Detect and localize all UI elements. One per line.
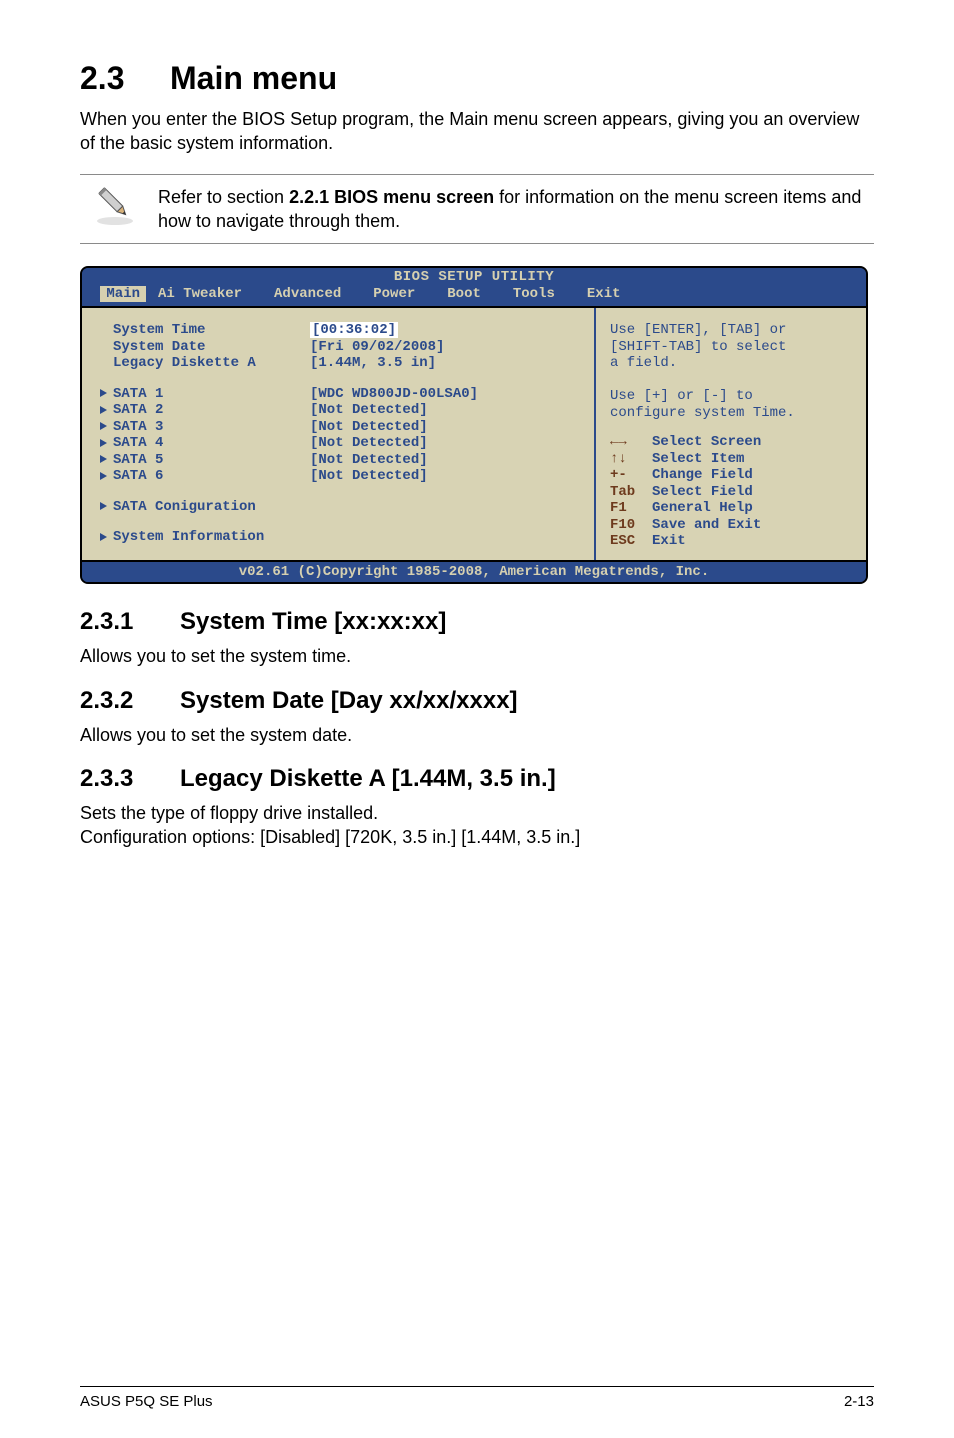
bios-help-panel: Use [ENTER], [TAB] or[SHIFT-TAB] to sele…	[594, 308, 866, 560]
note-pre: Refer to section	[158, 187, 289, 207]
bios-help-line: Use [ENTER], [TAB] or	[610, 322, 852, 339]
note-text: Refer to section 2.2.1 BIOS menu screen …	[150, 174, 874, 245]
bios-key-row: ←→ Select Screen	[610, 434, 852, 451]
bios-row: SATA Coniguration	[100, 499, 586, 516]
bios-help-line: Use [+] or [-] to	[610, 388, 852, 405]
bios-tab-advanced: Advanced	[262, 286, 361, 303]
bios-row-label: SATA 4	[100, 435, 310, 452]
bios-help-line: a field.	[610, 355, 852, 372]
bios-row: SATA 5[Not Detected]	[100, 452, 586, 469]
subsection-number: 2.3.2	[80, 687, 180, 715]
bios-row: SATA 6[Not Detected]	[100, 468, 586, 485]
bios-key-row: F10 Save and Exit	[610, 517, 852, 534]
bios-tab-main: Main	[100, 286, 146, 302]
bios-value: [Not Detected]	[310, 435, 428, 451]
bios-value: [1.44M, 3.5 in]	[310, 355, 436, 371]
note-bold: 2.2.1 BIOS menu screen	[289, 187, 494, 207]
bios-value: [WDC WD800JD-00LSA0]	[310, 386, 478, 402]
bios-row: SATA 1[WDC WD800JD-00LSA0]	[100, 386, 586, 403]
subsection-body: Sets the type of floppy drive installed.…	[80, 801, 874, 850]
note-box: Refer to section 2.2.1 BIOS menu screen …	[80, 174, 874, 245]
bios-row-label: SATA 3	[100, 419, 310, 436]
bios-key-row: ↑↓ Select Item	[610, 451, 852, 468]
bios-value: [Not Detected]	[310, 402, 428, 418]
bios-row-label: SATA 1	[100, 386, 310, 403]
bios-row: System Time[00:36:02]	[100, 322, 586, 339]
bios-help-line: configure system Time.	[610, 405, 852, 422]
subsection-heading: 2.3.1System Time [xx:xx:xx]	[80, 608, 874, 636]
bios-row-label: System Information	[100, 529, 310, 546]
subsection-title: System Date [Day xx/xx/xxxx]	[180, 687, 518, 714]
subsection-heading: 2.3.2System Date [Day xx/xx/xxxx]	[80, 687, 874, 715]
bios-key-row: +- Change Field	[610, 467, 852, 484]
bios-tab-exit: Exit	[575, 286, 641, 303]
bios-row: System Information	[100, 529, 586, 546]
bios-row: SATA 3[Not Detected]	[100, 419, 586, 436]
bios-key-row: F1 General Help	[610, 500, 852, 517]
bios-row-label: SATA Coniguration	[100, 499, 310, 516]
subsection-number: 2.3.3	[80, 765, 180, 793]
subsection-title: System Time [xx:xx:xx]	[180, 608, 446, 635]
bios-help-line	[610, 372, 852, 389]
intro-paragraph: When you enter the BIOS Setup program, t…	[80, 107, 874, 156]
bios-body: System Time[00:36:02]System Date[Fri 09/…	[82, 306, 866, 560]
section-number: 2.3	[80, 60, 170, 97]
bios-row: Legacy Diskette A[1.44M, 3.5 in]	[100, 355, 586, 372]
bios-key-legend: ←→ Select Screen↑↓ Select Item+- Change …	[610, 434, 852, 550]
bios-help-text: Use [ENTER], [TAB] or[SHIFT-TAB] to sele…	[610, 322, 852, 421]
bios-value-selected: [00:36:02]	[310, 322, 398, 338]
bios-row-label: System Date	[100, 339, 310, 356]
bios-tab-tools: Tools	[501, 286, 575, 303]
bios-value: [Not Detected]	[310, 452, 428, 468]
subsection-heading: 2.3.3Legacy Diskette A [1.44M, 3.5 in.]	[80, 765, 874, 793]
subsection-body: Allows you to set the system time.	[80, 644, 874, 668]
bios-tab-power: Power	[361, 286, 435, 303]
section-title-text: Main menu	[170, 60, 337, 96]
bios-titlebar: BIOS SETUP UTILITY	[82, 268, 866, 286]
bios-row-label: SATA 5	[100, 452, 310, 469]
bios-help-line: [SHIFT-TAB] to select	[610, 339, 852, 356]
bios-row-label: Legacy Diskette A	[100, 355, 310, 372]
footer-left: ASUS P5Q SE Plus	[80, 1393, 213, 1410]
bios-main-panel: System Time[00:36:02]System Date[Fri 09/…	[82, 308, 594, 560]
bios-row: SATA 4[Not Detected]	[100, 435, 586, 452]
bios-value: [Not Detected]	[310, 468, 428, 484]
bios-row-label: SATA 6	[100, 468, 310, 485]
subsection-number: 2.3.1	[80, 608, 180, 636]
bios-row-label: System Time	[100, 322, 310, 339]
section-heading: 2.3Main menu	[80, 60, 874, 97]
bios-value: [Fri 09/02/2008]	[310, 339, 444, 355]
bios-value: [Not Detected]	[310, 419, 428, 435]
bios-screenshot: BIOS SETUP UTILITY MainAi TweakerAdvance…	[80, 266, 868, 584]
footer-right: 2-13	[844, 1393, 874, 1410]
pencil-icon	[80, 175, 150, 233]
bios-copyright: v02.61 (C)Copyright 1985-2008, American …	[82, 560, 866, 583]
bios-tab-ai tweaker: Ai Tweaker	[146, 286, 262, 303]
bios-tab-boot: Boot	[435, 286, 501, 303]
subsection-title: Legacy Diskette A [1.44M, 3.5 in.]	[180, 765, 556, 792]
bios-key-row: Tab Select Field	[610, 484, 852, 501]
bios-row: SATA 2[Not Detected]	[100, 402, 586, 419]
bios-row-label: SATA 2	[100, 402, 310, 419]
bios-menubar: MainAi TweakerAdvancedPowerBootToolsExit	[82, 286, 866, 307]
page-footer: ASUS P5Q SE Plus 2-13	[80, 1386, 874, 1410]
bios-key-row: ESC Exit	[610, 533, 852, 550]
bios-row: System Date[Fri 09/02/2008]	[100, 339, 586, 356]
subsection-body: Allows you to set the system date.	[80, 723, 874, 747]
